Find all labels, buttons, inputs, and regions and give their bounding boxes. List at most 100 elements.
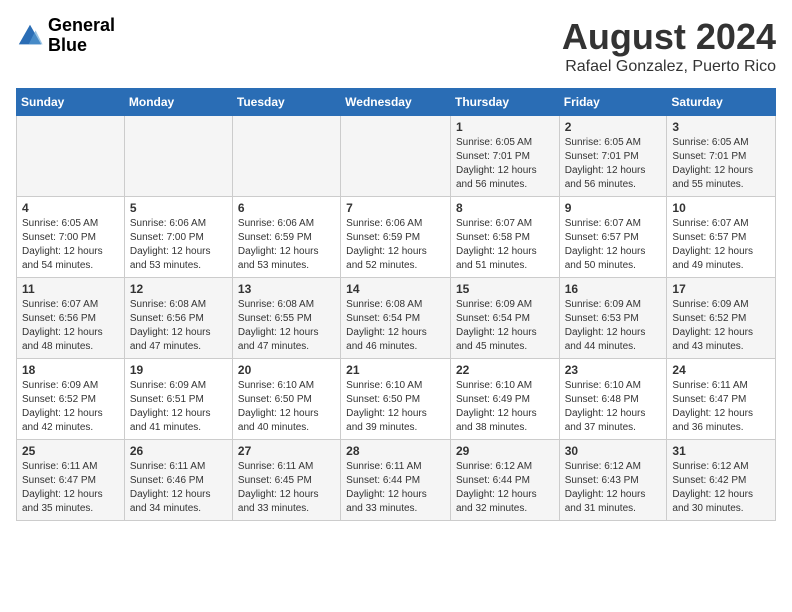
- weekday-header-friday: Friday: [559, 89, 667, 116]
- day-info: Sunrise: 6:10 AM Sunset: 6:49 PM Dayligh…: [456, 379, 554, 435]
- calendar-cell: 19Sunrise: 6:09 AM Sunset: 6:51 PM Dayli…: [124, 359, 232, 440]
- day-info: Sunrise: 6:07 AM Sunset: 6:56 PM Dayligh…: [22, 298, 119, 354]
- calendar-cell: 14 Sunrise: 6:08 AM Sunset: 6:54 PM Dayli…: [341, 278, 451, 359]
- week-row-2: 11 Sunrise: 6:07 AM Sunset: 6:56 PM Dayli…: [17, 278, 776, 359]
- calendar-header: SundayMondayTuesdayWednesdayThursdayFrid…: [17, 89, 776, 116]
- calendar-cell: 29Sunrise: 6:12 AM Sunset: 6:44 PM Dayli…: [450, 440, 559, 521]
- day-info: Sunrise: 6:10 AM Sunset: 6:50 PM Dayligh…: [238, 379, 335, 435]
- calendar-cell: 30Sunrise: 6:12 AM Sunset: 6:43 PM Dayli…: [559, 440, 667, 521]
- calendar-cell: 27Sunrise: 6:11 AM Sunset: 6:45 PM Dayli…: [232, 440, 340, 521]
- calendar-cell: 28 Sunrise: 6:11 AM Sunset: 6:44 PM Dayli…: [341, 440, 451, 521]
- day-info: Sunrise: 6:09 AM Sunset: 6:52 PM Dayligh…: [672, 298, 770, 354]
- day-number: 31: [672, 444, 770, 458]
- day-number: 11: [22, 282, 119, 296]
- day-number: 28: [346, 444, 445, 458]
- weekday-header-wednesday: Wednesday: [341, 89, 451, 116]
- header: General Blue August 2024 Rafael Gonzalez…: [16, 16, 776, 76]
- day-info: Sunrise: 6:09 AM Sunset: 6:52 PM Dayligh…: [22, 379, 119, 435]
- day-info: Sunrise: 6:11 AM Sunset: 6:47 PM Dayligh…: [22, 460, 119, 516]
- calendar-cell: 26Sunrise: 6:11 AM Sunset: 6:46 PM Dayli…: [124, 440, 232, 521]
- calendar-cell: 31 Sunrise: 6:12 AM Sunset: 6:42 PM Dayli…: [667, 440, 776, 521]
- day-number: 18: [22, 363, 119, 377]
- day-number: 16: [565, 282, 662, 296]
- day-info: Sunrise: 6:06 AM Sunset: 6:59 PM Dayligh…: [238, 217, 335, 273]
- day-number: 12: [130, 282, 227, 296]
- day-number: 3: [672, 120, 770, 134]
- calendar-cell: 23Sunrise: 6:10 AM Sunset: 6:48 PM Dayli…: [559, 359, 667, 440]
- day-number: 2: [565, 120, 662, 134]
- day-info: Sunrise: 6:06 AM Sunset: 7:00 PM Dayligh…: [130, 217, 227, 273]
- month-year: August 2024: [562, 16, 776, 58]
- day-info: Sunrise: 6:09 AM Sunset: 6:54 PM Dayligh…: [456, 298, 554, 354]
- day-number: 14: [346, 282, 445, 296]
- calendar-cell: 11 Sunrise: 6:07 AM Sunset: 6:56 PM Dayli…: [17, 278, 125, 359]
- calendar-cell: [341, 116, 451, 197]
- calendar-cell: 18 Sunrise: 6:09 AM Sunset: 6:52 PM Dayli…: [17, 359, 125, 440]
- day-info: Sunrise: 6:09 AM Sunset: 6:53 PM Dayligh…: [565, 298, 662, 354]
- day-info: Sunrise: 6:05 AM Sunset: 7:01 PM Dayligh…: [456, 136, 554, 192]
- calendar-cell: 5Sunrise: 6:06 AM Sunset: 7:00 PM Daylig…: [124, 197, 232, 278]
- day-number: 21: [346, 363, 445, 377]
- calendar-cell: 12 Sunrise: 6:08 AM Sunset: 6:56 PM Dayli…: [124, 278, 232, 359]
- calendar-cell: 24 Sunrise: 6:11 AM Sunset: 6:47 PM Dayli…: [667, 359, 776, 440]
- day-info: Sunrise: 6:07 AM Sunset: 6:57 PM Dayligh…: [672, 217, 770, 273]
- location: Rafael Gonzalez, Puerto Rico: [562, 58, 776, 76]
- day-number: 10: [672, 201, 770, 215]
- week-row-1: 4Sunrise: 6:05 AM Sunset: 7:00 PM Daylig…: [17, 197, 776, 278]
- day-number: 30: [565, 444, 662, 458]
- week-row-4: 25 Sunrise: 6:11 AM Sunset: 6:47 PM Dayli…: [17, 440, 776, 521]
- calendar-cell: 15 Sunrise: 6:09 AM Sunset: 6:54 PM Dayli…: [450, 278, 559, 359]
- day-number: 23: [565, 363, 662, 377]
- calendar-cell: 1 Sunrise: 6:05 AM Sunset: 7:01 PM Daylig…: [450, 116, 559, 197]
- day-number: 25: [22, 444, 119, 458]
- day-info: Sunrise: 6:05 AM Sunset: 7:01 PM Dayligh…: [672, 136, 770, 192]
- calendar-cell: [124, 116, 232, 197]
- calendar: SundayMondayTuesdayWednesdayThursdayFrid…: [16, 88, 776, 521]
- calendar-cell: 22 Sunrise: 6:10 AM Sunset: 6:49 PM Dayli…: [450, 359, 559, 440]
- calendar-cell: 16 Sunrise: 6:09 AM Sunset: 6:53 PM Dayli…: [559, 278, 667, 359]
- day-number: 8: [456, 201, 554, 215]
- weekday-row: SundayMondayTuesdayWednesdayThursdayFrid…: [17, 89, 776, 116]
- day-number: 9: [565, 201, 662, 215]
- day-info: Sunrise: 6:08 AM Sunset: 6:56 PM Dayligh…: [130, 298, 227, 354]
- calendar-cell: 6 Sunrise: 6:06 AM Sunset: 6:59 PM Daylig…: [232, 197, 340, 278]
- calendar-cell: 25 Sunrise: 6:11 AM Sunset: 6:47 PM Dayli…: [17, 440, 125, 521]
- day-info: Sunrise: 6:07 AM Sunset: 6:58 PM Dayligh…: [456, 217, 554, 273]
- calendar-cell: 2 Sunrise: 6:05 AM Sunset: 7:01 PM Daylig…: [559, 116, 667, 197]
- day-info: Sunrise: 6:08 AM Sunset: 6:54 PM Dayligh…: [346, 298, 445, 354]
- day-info: Sunrise: 6:11 AM Sunset: 6:47 PM Dayligh…: [672, 379, 770, 435]
- day-number: 29: [456, 444, 554, 458]
- title-area: August 2024 Rafael Gonzalez, Puerto Rico: [562, 16, 776, 76]
- day-number: 4: [22, 201, 119, 215]
- day-info: Sunrise: 6:09 AM Sunset: 6:51 PM Dayligh…: [130, 379, 227, 435]
- calendar-body: 1 Sunrise: 6:05 AM Sunset: 7:01 PM Daylig…: [17, 116, 776, 521]
- day-info: Sunrise: 6:11 AM Sunset: 6:44 PM Dayligh…: [346, 460, 445, 516]
- weekday-header-monday: Monday: [124, 89, 232, 116]
- day-info: Sunrise: 6:05 AM Sunset: 7:01 PM Dayligh…: [565, 136, 662, 192]
- weekday-header-saturday: Saturday: [667, 89, 776, 116]
- calendar-cell: 17 Sunrise: 6:09 AM Sunset: 6:52 PM Dayli…: [667, 278, 776, 359]
- calendar-cell: [17, 116, 125, 197]
- calendar-cell: 7Sunrise: 6:06 AM Sunset: 6:59 PM Daylig…: [341, 197, 451, 278]
- day-number: 13: [238, 282, 335, 296]
- calendar-cell: 13Sunrise: 6:08 AM Sunset: 6:55 PM Dayli…: [232, 278, 340, 359]
- day-number: 24: [672, 363, 770, 377]
- day-info: Sunrise: 6:07 AM Sunset: 6:57 PM Dayligh…: [565, 217, 662, 273]
- calendar-cell: 21Sunrise: 6:10 AM Sunset: 6:50 PM Dayli…: [341, 359, 451, 440]
- weekday-header-tuesday: Tuesday: [232, 89, 340, 116]
- day-number: 6: [238, 201, 335, 215]
- day-number: 27: [238, 444, 335, 458]
- calendar-cell: 4Sunrise: 6:05 AM Sunset: 7:00 PM Daylig…: [17, 197, 125, 278]
- week-row-0: 1 Sunrise: 6:05 AM Sunset: 7:01 PM Daylig…: [17, 116, 776, 197]
- logo-icon: [16, 22, 44, 50]
- calendar-cell: 10 Sunrise: 6:07 AM Sunset: 6:57 PM Dayli…: [667, 197, 776, 278]
- day-number: 22: [456, 363, 554, 377]
- calendar-cell: 9 Sunrise: 6:07 AM Sunset: 6:57 PM Daylig…: [559, 197, 667, 278]
- day-number: 17: [672, 282, 770, 296]
- day-number: 7: [346, 201, 445, 215]
- day-info: Sunrise: 6:12 AM Sunset: 6:42 PM Dayligh…: [672, 460, 770, 516]
- day-number: 15: [456, 282, 554, 296]
- calendar-cell: [232, 116, 340, 197]
- day-info: Sunrise: 6:11 AM Sunset: 6:46 PM Dayligh…: [130, 460, 227, 516]
- day-number: 1: [456, 120, 554, 134]
